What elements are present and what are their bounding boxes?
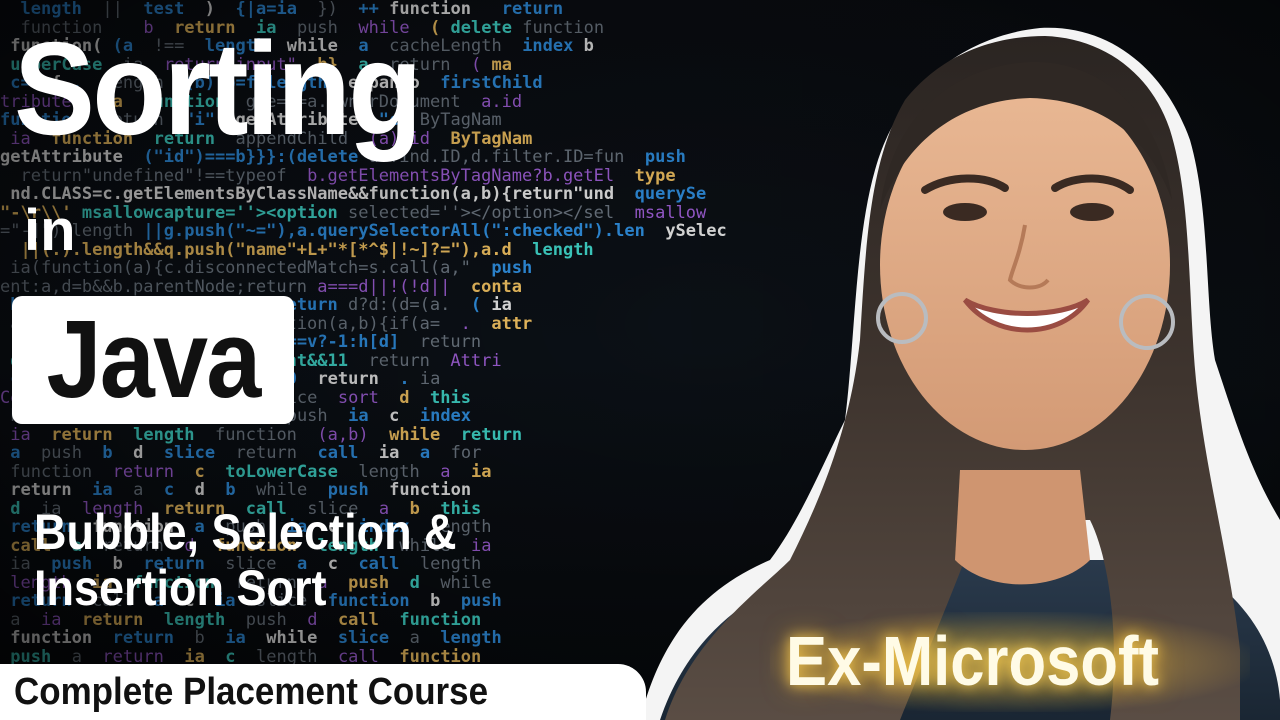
ex-microsoft-badge: Ex-Microsoft xyxy=(786,622,1160,700)
title-sorting: Sorting xyxy=(14,15,422,162)
right-eye xyxy=(1070,203,1114,221)
subtitle-line-1: Bubble, Selection & xyxy=(34,504,457,560)
neck xyxy=(955,470,1090,585)
subtitle-line-2: Insertion Sort xyxy=(34,560,327,616)
title-language: Java xyxy=(46,298,261,421)
course-title: Complete Placement Course xyxy=(14,671,489,713)
subtitle: Bubble, Selection & Insertion Sort xyxy=(34,504,574,616)
title-connector: in xyxy=(24,198,76,263)
java-label-box: Java xyxy=(12,296,294,424)
left-eye xyxy=(943,203,987,221)
